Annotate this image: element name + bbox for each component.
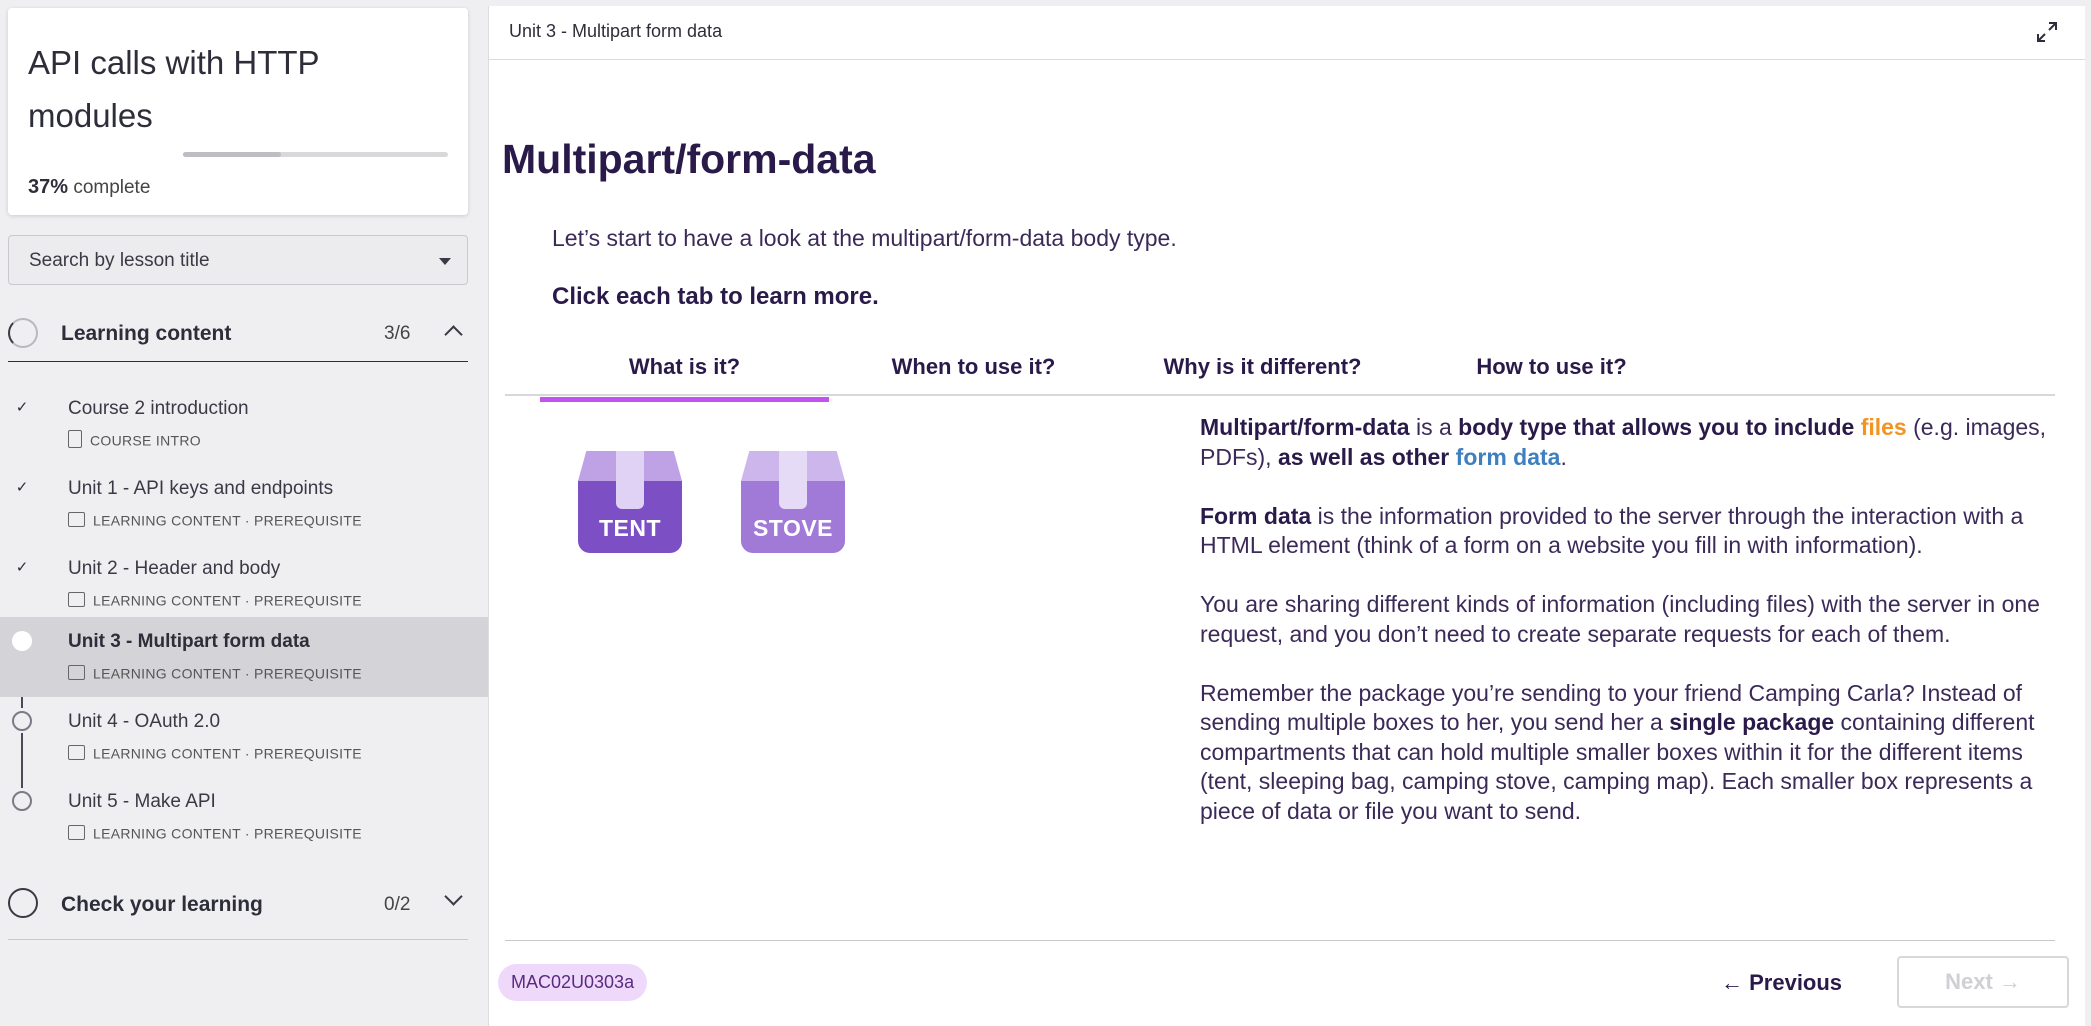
lesson-item[interactable]: ✓ Course 2 introduction COURSE INTRO: [0, 384, 488, 464]
section-title: Learning content: [61, 322, 232, 345]
instruction-text: Click each tab to learn more.: [552, 283, 879, 310]
tab-why-is-it-different[interactable]: Why is it different?: [1118, 354, 1407, 396]
lesson-search-placeholder: Search by lesson title: [29, 250, 210, 271]
lesson-item[interactable]: ✓ Unit 2 - Header and body LEARNING CONT…: [0, 544, 488, 624]
lesson-meta: COURSE INTRO: [68, 430, 201, 451]
section-title: Check your learning: [61, 893, 263, 916]
term-files: files: [1860, 414, 1907, 440]
lesson-meta: LEARNING CONTENT · PREREQUISITE: [68, 744, 362, 764]
lesson-meta-text: LEARNING CONTENT · PREREQUISITE: [93, 512, 362, 529]
term-as-well-as: as well as other: [1277, 443, 1450, 470]
course-title: API calls with HTTP modules: [28, 44, 319, 134]
progress-fill: [183, 152, 282, 157]
incomplete-circle-icon: [12, 791, 32, 811]
lesson-title: Unit 5 - Make API: [68, 791, 216, 812]
tab-how-to-use-it[interactable]: How to use it?: [1407, 354, 1696, 396]
expand-icon[interactable]: [2035, 20, 2059, 44]
slides-icon: [68, 824, 85, 840]
incomplete-circle-icon: [12, 711, 32, 731]
lesson-search-select[interactable]: Search by lesson title: [8, 235, 468, 285]
lesson-meta-text: COURSE INTRO: [90, 432, 201, 449]
current-lesson-marker: [12, 631, 32, 651]
next-button[interactable]: Next →: [1897, 956, 2069, 1008]
slides-icon: [68, 664, 85, 680]
lesson-meta: LEARNING CONTENT · PREREQUISITE: [68, 824, 362, 844]
box-tape: [616, 451, 644, 509]
progress-ring-icon: [8, 318, 38, 348]
box-label: TENT: [598, 515, 662, 541]
lesson-title: Course 2 introduction: [68, 398, 249, 419]
progress-text: 37% complete: [28, 176, 150, 199]
text-run: is the information provided to the serve…: [1200, 502, 2024, 559]
lesson-code-badge: MAC02U0303a: [498, 964, 648, 1001]
section-count: 0/2: [384, 894, 411, 915]
content-paragraph: Multipart/form-data is a body type that …: [1200, 413, 2060, 472]
intro-text: Let’s start to have a look at the multip…: [552, 225, 1177, 251]
content-paragraph: Form data is the information provided to…: [1200, 502, 2060, 561]
text-run: is a: [1409, 414, 1459, 440]
section-count: 3/6: [384, 323, 411, 344]
term-body-type: body type that allows you to include: [1458, 414, 1855, 440]
lesson-meta-text: LEARNING CONTENT · PREREQUISITE: [93, 825, 362, 842]
lesson-topbar: Unit 3 - Multipart form data: [489, 6, 2085, 60]
lesson-title: Unit 1 - API keys and endpoints: [68, 478, 334, 499]
tab-when-to-use-it[interactable]: When to use it?: [829, 354, 1118, 396]
progress-bar: [183, 152, 448, 157]
term-form-data-def: Form data: [1200, 502, 1312, 529]
lesson-title: Unit 2 - Header and body: [68, 558, 281, 579]
lesson-title: Unit 3 - Multipart form data: [68, 631, 310, 652]
section-learning-content[interactable]: Learning content 3/6: [8, 306, 468, 362]
lesson-meta-text: LEARNING CONTENT · PREREQUISITE: [93, 665, 362, 682]
lesson-item-current[interactable]: Unit 3 - Multipart form data LEARNING CO…: [0, 617, 488, 697]
progress-ring-icon: [8, 888, 38, 918]
chevron-up-icon[interactable]: [444, 325, 463, 344]
lesson-meta: LEARNING CONTENT · PREREQUISITE: [68, 511, 362, 531]
document-icon: [68, 430, 82, 449]
slides-icon: [68, 744, 85, 760]
term-form-data: form data: [1455, 443, 1561, 470]
tent-box-icon: TENT: [578, 451, 682, 553]
lesson-item[interactable]: ✓ Unit 1 - API keys and endpoints LEARNI…: [0, 464, 488, 544]
slides-icon: [68, 591, 85, 607]
check-icon: ✓: [15, 559, 29, 576]
content-paragraph: Remember the package you’re sending to y…: [1200, 679, 2060, 827]
tab-bar: What is it? When to use it? Why is it di…: [505, 344, 2055, 402]
tab-content: Multipart/form-data is a body type that …: [1200, 413, 2060, 856]
lesson-meta-text: LEARNING CONTENT · PREREQUISITE: [93, 592, 362, 609]
term-multipart: Multipart/form-data: [1200, 414, 1410, 440]
lesson-item[interactable]: Unit 5 - Make API LEARNING CONTENT · PRE…: [0, 777, 488, 857]
footer-divider: [505, 940, 2055, 941]
content-paragraph: You are sharing different kinds of infor…: [1200, 591, 2040, 647]
course-card: API calls with HTTP modules 37% complete: [8, 8, 468, 215]
lesson-item[interactable]: Unit 4 - OAuth 2.0 LEARNING CONTENT · PR…: [0, 697, 488, 777]
check-icon: ✓: [15, 479, 29, 496]
stove-box-icon: STOVE: [741, 451, 845, 553]
text-run: .: [1560, 443, 1567, 470]
term-single-package: single package: [1669, 709, 1835, 735]
section-check-your-learning[interactable]: Check your learning 0/2: [8, 876, 468, 940]
lesson-topbar-title: Unit 3 - Multipart form data: [509, 21, 723, 41]
caret-down-icon: [439, 258, 451, 265]
previous-button[interactable]: ← Previous: [1721, 962, 1842, 1004]
lesson-title: Unit 4 - OAuth 2.0: [68, 711, 221, 732]
lesson-meta: LEARNING CONTENT · PREREQUISITE: [68, 591, 362, 611]
progress-percent: 37%: [28, 176, 69, 198]
slides-icon: [68, 511, 85, 527]
check-icon: ✓: [15, 399, 29, 416]
lesson-meta-text: LEARNING CONTENT · PREREQUISITE: [93, 745, 362, 762]
box-label: STOVE: [752, 515, 834, 541]
box-tape: [779, 451, 807, 509]
progress-label: complete: [73, 177, 151, 198]
lesson-meta: LEARNING CONTENT · PREREQUISITE: [68, 664, 362, 684]
lesson-content-panel: Unit 3 - Multipart form data Multipart/f…: [488, 6, 2085, 1026]
page-title: Multipart/form-data: [502, 136, 876, 182]
chevron-down-icon[interactable]: [444, 887, 463, 906]
tab-what-is-it[interactable]: What is it?: [540, 354, 829, 402]
course-sidebar: API calls with HTTP modules 37% complete…: [0, 0, 488, 1026]
